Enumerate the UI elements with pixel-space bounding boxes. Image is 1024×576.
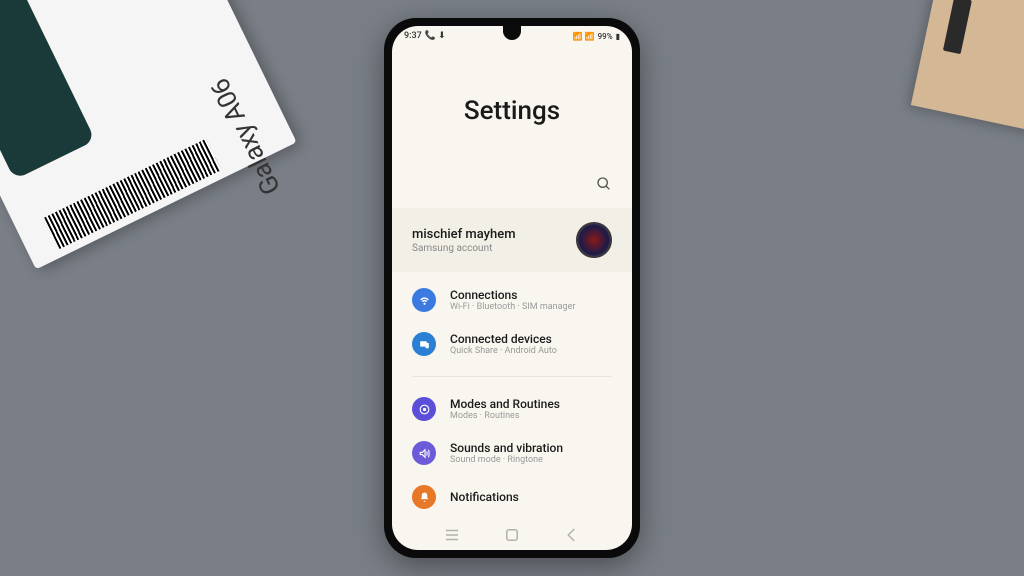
phone-screen: 9:37 📞 ⬇ 📶 📶 99% ▮ Settings mischief may…: [392, 26, 632, 550]
item-subtitle: Wi-Fi · Bluetooth · SIM manager: [450, 302, 612, 312]
sound-icon: [412, 441, 436, 465]
navigation-bar: [392, 520, 632, 550]
avatar: [576, 222, 612, 258]
battery-percent: 99%: [598, 32, 613, 41]
samsung-account-row[interactable]: mischief mayhem Samsung account: [392, 208, 632, 272]
box-product-name: Galaxy A06: [205, 74, 287, 200]
divider: [412, 376, 612, 377]
hinge: [943, 0, 972, 54]
routines-icon: [412, 397, 436, 421]
settings-item-notifications[interactable]: Notifications: [392, 475, 632, 519]
status-time: 9:37: [404, 31, 422, 41]
product-box: Galaxy A06: [0, 0, 297, 269]
settings-header: Settings: [392, 46, 632, 176]
item-title: Modes and Routines: [450, 397, 612, 411]
battery-icon: ▮: [616, 32, 620, 41]
search-row: [392, 176, 632, 208]
settings-item-connections[interactable]: Connections Wi-Fi · Bluetooth · SIM mana…: [392, 278, 632, 322]
settings-group-1: Connections Wi-Fi · Bluetooth · SIM mana…: [392, 272, 632, 372]
settings-item-modes-routines[interactable]: Modes and Routines Modes · Routines: [392, 387, 632, 431]
notifications-icon: [412, 485, 436, 509]
item-subtitle: Sound mode · Ringtone: [450, 455, 612, 465]
settings-item-connected-devices[interactable]: Connected devices Quick Share · Android …: [392, 322, 632, 366]
item-title: Connections: [450, 288, 612, 302]
phone-device: 9:37 📞 ⬇ 📶 📶 99% ▮ Settings mischief may…: [384, 18, 640, 558]
item-title: Notifications: [450, 490, 612, 504]
settings-item-sounds-vibration[interactable]: Sounds and vibration Sound mode · Ringto…: [392, 431, 632, 475]
wifi-icon: [412, 288, 436, 312]
item-subtitle: Quick Share · Android Auto: [450, 346, 612, 356]
box-barcode: [44, 139, 221, 249]
status-icons-left: 📞 ⬇: [425, 31, 446, 41]
search-icon[interactable]: [596, 176, 612, 196]
item-subtitle: Modes · Routines: [450, 411, 612, 421]
box-phone-image: [0, 0, 95, 180]
home-button[interactable]: [503, 526, 521, 544]
item-title: Connected devices: [450, 332, 612, 346]
signal-icon: 📶 📶: [573, 32, 595, 41]
wooden-object: [911, 0, 1024, 132]
recents-button[interactable]: [443, 526, 461, 544]
settings-group-2: Modes and Routines Modes · Routines Soun…: [392, 381, 632, 525]
devices-icon: [412, 332, 436, 356]
account-subtitle: Samsung account: [412, 243, 576, 254]
back-button[interactable]: [563, 526, 581, 544]
account-name: mischief mayhem: [412, 227, 576, 242]
item-title: Sounds and vibration: [450, 441, 612, 455]
page-title: Settings: [392, 96, 632, 126]
